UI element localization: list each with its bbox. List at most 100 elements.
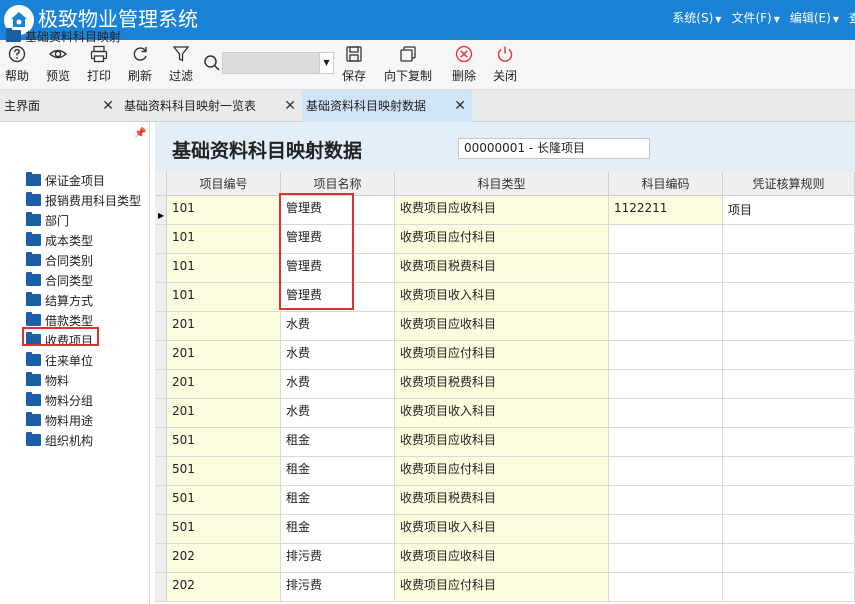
table-row[interactable]: 501 租金 收费项目应付科目 [155, 457, 855, 486]
cell-account-code[interactable] [609, 428, 723, 457]
cell-account-type[interactable]: 收费项目应收科目 [395, 428, 609, 457]
tree-item[interactable]: 结算方式 [26, 292, 93, 308]
cell-project-code[interactable]: 501 [167, 515, 281, 544]
tree-item[interactable]: 往来单位 [26, 352, 93, 368]
table-row[interactable]: 201 水费 收费项目收入科目 [155, 399, 855, 428]
row-header[interactable] [155, 283, 167, 312]
cell-account-code[interactable] [609, 544, 723, 573]
cell-project-name[interactable]: 水费 [281, 399, 395, 428]
cell-account-code[interactable] [609, 457, 723, 486]
cell-account-type[interactable]: 收费项目税费科目 [395, 370, 609, 399]
delete-button[interactable]: 删除 [451, 44, 477, 86]
menu-view[interactable]: 查 [849, 10, 855, 26]
cell-account-code[interactable] [609, 370, 723, 399]
preview-button[interactable]: 预览 [45, 44, 71, 86]
table-row[interactable]: 501 租金 收费项目收入科目 [155, 515, 855, 544]
cell-project-name[interactable]: 租金 [281, 515, 395, 544]
project-field[interactable]: 00000001 - 长隆项目 [458, 138, 650, 159]
cell-project-name[interactable]: 排污费 [281, 544, 395, 573]
table-row[interactable]: 101 管理费 收费项目税费科目 [155, 254, 855, 283]
cell-project-name[interactable]: 水费 [281, 341, 395, 370]
table-row[interactable]: 201 水费 收费项目税费科目 [155, 370, 855, 399]
cell-project-code[interactable]: 101 [167, 254, 281, 283]
cell-project-name[interactable]: 租金 [281, 428, 395, 457]
tab-main[interactable]: 主界面 ✕ [0, 90, 120, 122]
cell-voucher-rule[interactable] [723, 486, 855, 515]
cell-project-code[interactable]: 501 [167, 486, 281, 515]
cell-project-code[interactable]: 501 [167, 428, 281, 457]
cell-account-code[interactable] [609, 225, 723, 254]
row-header[interactable] [155, 370, 167, 399]
cell-project-code[interactable]: 201 [167, 370, 281, 399]
cell-account-type[interactable]: 收费项目应付科目 [395, 341, 609, 370]
cell-project-name[interactable]: 排污费 [281, 573, 395, 602]
cell-project-code[interactable]: 101 [167, 225, 281, 254]
cell-voucher-rule[interactable] [723, 428, 855, 457]
cell-project-code[interactable]: 201 [167, 341, 281, 370]
cell-project-name[interactable]: 水费 [281, 312, 395, 341]
close-icon[interactable]: ✕ [454, 90, 466, 122]
cell-project-code[interactable]: 202 [167, 573, 281, 602]
cell-project-code[interactable]: 201 [167, 312, 281, 341]
row-header[interactable] [155, 312, 167, 341]
cell-account-code[interactable]: 1122211 [609, 196, 723, 225]
close-icon[interactable]: ✕ [102, 90, 114, 122]
close-icon[interactable]: ✕ [284, 90, 296, 122]
cell-account-code[interactable] [609, 341, 723, 370]
cell-account-type[interactable]: 收费项目收入科目 [395, 283, 609, 312]
cell-voucher-rule[interactable] [723, 457, 855, 486]
tree-item[interactable]: 报销费用科目类型 [26, 192, 141, 208]
cell-project-code[interactable]: 101 [167, 283, 281, 312]
column-header-voucher-rule[interactable]: 凭证核算规则 [723, 172, 855, 196]
row-header[interactable] [155, 457, 167, 486]
cell-account-code[interactable] [609, 515, 723, 544]
column-header-project-code[interactable]: 项目编号 [167, 172, 281, 196]
refresh-button[interactable]: 刷新 [127, 44, 153, 86]
cell-project-code[interactable]: 501 [167, 457, 281, 486]
cell-project-name[interactable]: 水费 [281, 370, 395, 399]
menu-edit[interactable]: 编辑(E) ▼ [790, 10, 839, 26]
row-header[interactable] [155, 341, 167, 370]
cell-voucher-rule[interactable] [723, 399, 855, 428]
cell-account-type[interactable]: 收费项目应付科目 [395, 457, 609, 486]
menu-file[interactable]: 文件(F) ▼ [731, 10, 779, 26]
copy-down-button[interactable]: 向下复制 [382, 44, 434, 86]
tree-item[interactable]: 合同类别 [26, 252, 93, 268]
search-combobox[interactable]: ▼ [222, 52, 334, 74]
menu-system[interactable]: 系统(S) ▼ [672, 10, 721, 26]
row-header[interactable] [155, 428, 167, 457]
tab-mapping-list[interactable]: 基础资料科目映射一览表 ✕ [120, 90, 302, 122]
tree-item[interactable]: 合同类型 [26, 272, 93, 288]
table-row[interactable]: 202 排污费 收费项目应付科目 [155, 573, 855, 602]
tree-item[interactable]: 物料用途 [26, 412, 93, 428]
cell-voucher-rule[interactable] [723, 225, 855, 254]
row-header[interactable]: ▶ [155, 196, 167, 225]
cell-account-type[interactable]: 收费项目税费科目 [395, 254, 609, 283]
table-row[interactable]: 201 水费 收费项目应收科目 [155, 312, 855, 341]
print-button[interactable]: 打印 [86, 44, 112, 86]
chevron-down-icon[interactable]: ▼ [319, 53, 333, 73]
cell-account-type[interactable]: 收费项目收入科目 [395, 515, 609, 544]
table-row[interactable]: 202 排污费 收费项目应收科目 [155, 544, 855, 573]
cell-voucher-rule[interactable] [723, 341, 855, 370]
table-row[interactable]: 501 租金 收费项目税费科目 [155, 486, 855, 515]
tree-item[interactable]: 物料 [26, 372, 69, 388]
tree-item[interactable]: 成本类型 [26, 232, 93, 248]
cell-account-type[interactable]: 收费项目应收科目 [395, 312, 609, 341]
tree-root[interactable]: 基础资料科目映射 [6, 28, 121, 44]
row-header[interactable] [155, 486, 167, 515]
tree-item[interactable]: 物料分组 [26, 392, 93, 408]
tree-item[interactable]: 借款类型 [26, 312, 93, 328]
table-row[interactable]: 101 管理费 收费项目收入科目 [155, 283, 855, 312]
cell-project-code[interactable]: 101 [167, 196, 281, 225]
cell-voucher-rule[interactable] [723, 544, 855, 573]
cell-voucher-rule[interactable] [723, 515, 855, 544]
cell-voucher-rule[interactable]: 项目 [723, 196, 855, 225]
cell-account-type[interactable]: 收费项目应付科目 [395, 225, 609, 254]
cell-account-code[interactable] [609, 312, 723, 341]
cell-voucher-rule[interactable] [723, 283, 855, 312]
cell-account-type[interactable]: 收费项目应收科目 [395, 544, 609, 573]
table-row[interactable]: 501 租金 收费项目应收科目 [155, 428, 855, 457]
tree-item[interactable]: 组织机构 [26, 432, 93, 448]
save-button[interactable]: 保存 [341, 44, 367, 86]
